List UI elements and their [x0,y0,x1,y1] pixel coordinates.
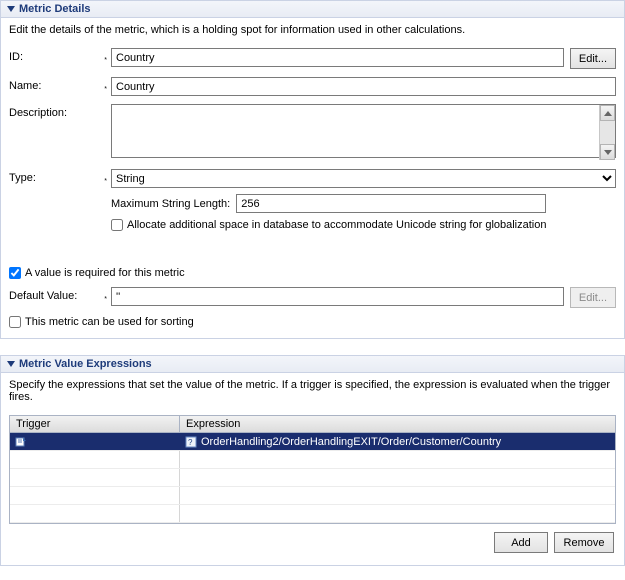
required-star-icon: * [104,178,107,185]
table-row[interactable] [10,451,615,469]
add-button[interactable]: Add [494,532,548,553]
description-label: Description: [9,107,67,119]
default-value-label: Default Value: [9,290,77,302]
sortable-checkbox[interactable] [9,316,21,328]
id-row: ID: * Edit... [9,48,616,69]
type-select[interactable]: String [111,169,616,188]
id-input[interactable] [111,48,564,67]
sortable-row: This metric can be used for sorting [9,316,616,328]
required-star-icon: * [104,296,107,303]
collapse-icon [7,6,15,12]
remove-button[interactable]: Remove [554,532,614,553]
maxlen-row: Maximum String Length: Allocate addition… [9,194,616,239]
name-label: Name: [9,80,41,92]
required-row: A value is required for this metric [9,267,616,279]
table-actions: Add Remove [9,524,616,555]
scrollbar[interactable] [599,105,615,160]
table-header: Trigger Expression [10,416,615,433]
type-label: Type: [9,172,36,184]
metric-details-body: Edit the details of the metric, which is… [1,18,624,338]
edit-id-button[interactable]: Edit... [570,48,616,69]
metric-details-panel: Metric Details Edit the details of the m… [0,0,625,339]
trigger-icon [14,435,28,449]
default-value-input[interactable] [111,287,564,306]
metric-value-expressions-panel: Metric Value Expressions Specify the exp… [0,355,625,566]
table-row[interactable] [10,505,615,523]
description-textarea[interactable] [111,104,616,158]
metric-details-title: Metric Details [19,3,91,15]
table-row[interactable]: ? OrderHandling2/OrderHandlingEXIT/Order… [10,433,615,451]
allocate-label: Allocate additional space in database to… [127,219,546,231]
collapse-icon [7,361,15,367]
expressions-header[interactable]: Metric Value Expressions [1,356,624,373]
default-value-row: Default Value: * Edit... [9,287,616,308]
required-checkbox[interactable] [9,267,21,279]
expressions-body: Specify the expressions that set the val… [1,373,624,565]
edit-default-button[interactable]: Edit... [570,287,616,308]
scroll-up-icon[interactable] [600,105,615,121]
type-row: Type: * String [9,169,616,188]
metric-details-header[interactable]: Metric Details [1,1,624,18]
expressions-title: Metric Value Expressions [19,358,152,370]
table-row[interactable] [10,487,615,505]
required-star-icon: * [104,86,107,93]
sortable-label: This metric can be used for sorting [25,316,194,328]
id-label: ID: [9,51,23,63]
expression-icon: ? [184,435,198,449]
name-input[interactable] [111,77,616,96]
required-star-icon: * [104,57,107,64]
expressions-subtitle: Specify the expressions that set the val… [9,379,616,403]
description-row: Description: [9,104,616,161]
maxlen-label: Maximum String Length: [111,198,230,210]
name-row: Name: * [9,77,616,96]
expressions-table: Trigger Expression ? OrderHand [9,415,616,524]
column-expression[interactable]: Expression [180,416,615,432]
required-label: A value is required for this metric [25,267,185,279]
allocate-checkbox[interactable] [111,219,123,231]
column-trigger[interactable]: Trigger [10,416,180,432]
svg-text:?: ? [188,438,193,447]
expression-cell: OrderHandling2/OrderHandlingEXIT/Order/C… [201,436,501,448]
metric-details-subtitle: Edit the details of the metric, which is… [9,24,616,36]
maxlen-input[interactable] [236,194,546,213]
table-body: ? OrderHandling2/OrderHandlingEXIT/Order… [10,433,615,523]
table-row[interactable] [10,469,615,487]
scroll-down-icon[interactable] [600,144,615,160]
